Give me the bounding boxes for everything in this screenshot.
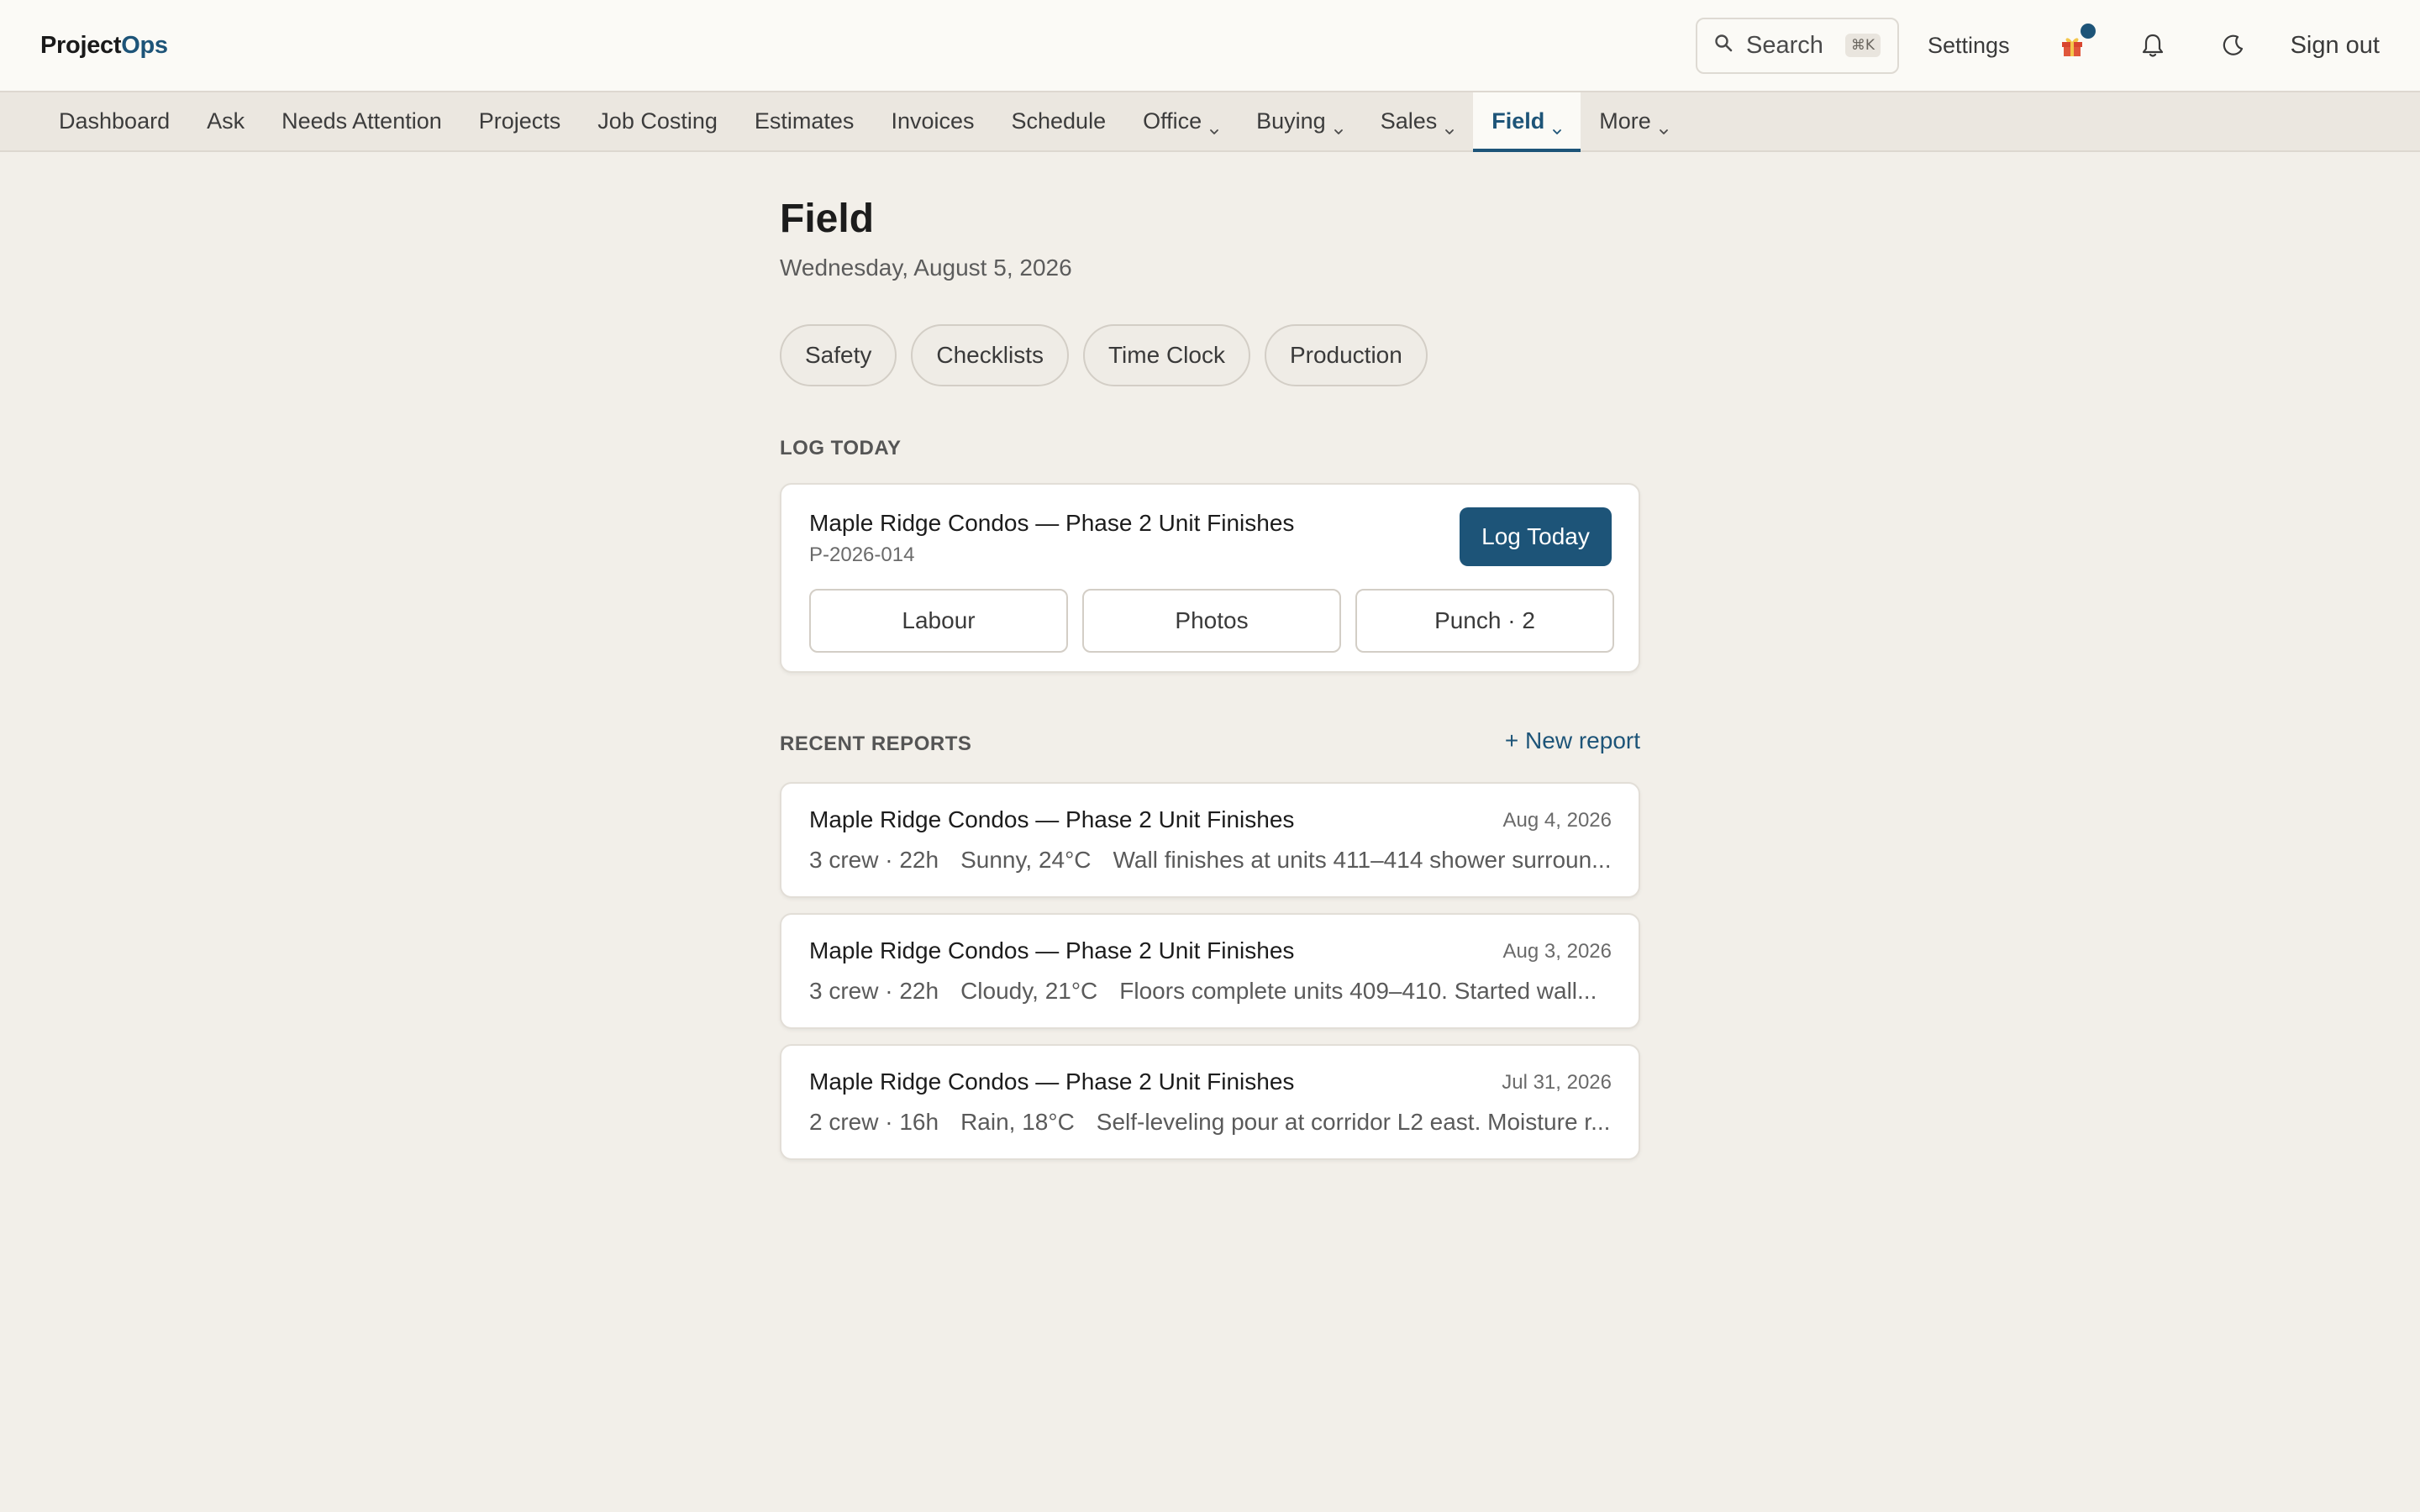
report-project: Maple Ridge Condos — Phase 2 Unit Finish… [809,1068,1295,1095]
page-date: Wednesday, August 5, 2026 [780,255,1072,281]
nav-item-label: Projects [478,108,561,134]
nav-item-label: Buying [1256,108,1326,134]
nav-item-estimates[interactable]: Estimates [736,92,873,150]
report-project: Maple Ridge Condos — Phase 2 Unit Finish… [809,806,1295,832]
field-section-chips: Safety Checklists Time Clock Production [780,324,1442,386]
search-button[interactable]: Search ⌘K [1696,17,1900,74]
report-weather: Cloudy, 21°C [960,978,1098,1004]
report-date: Jul 31, 2026 [1502,1071,1612,1094]
nav-item-label: Sales [1380,108,1438,134]
report-card[interactable]: Maple Ridge Condos — Phase 2 Unit Finish… [780,1044,1640,1160]
bell-icon[interactable] [2133,25,2173,66]
nav-item-buying[interactable]: Buying [1238,92,1362,150]
nav-item-more[interactable]: More [1581,92,1687,150]
chip-safety[interactable]: Safety [780,324,897,386]
nav-item-dashboard[interactable]: Dashboard [40,92,188,150]
chevron-down-icon [1659,117,1669,134]
page-title: Field [780,197,875,241]
report-meta: 2 crew · 16h Rain, 18°C Self-leveling po… [809,1109,1612,1136]
log-today-button[interactable]: Log Today [1460,507,1612,566]
nav-item-label: More [1599,108,1651,134]
top-actions: Search ⌘K Settings Sign out [1696,17,2380,74]
report-date: Aug 3, 2026 [1502,940,1612,963]
nav-item-projects[interactable]: Projects [460,92,580,150]
report-note: Floors complete units 409–410. Started w… [1119,978,1597,1004]
main-nav: Dashboard Ask Needs Attention Projects Job C… [0,91,2420,152]
moon-icon[interactable] [2213,25,2254,66]
brand-accent: Ops [121,31,168,59]
photos-button[interactable]: Photos [1082,589,1341,653]
chevron-down-icon [1552,117,1562,134]
nav-item-office[interactable]: Office [1124,92,1238,150]
nav-item-label: Dashboard [59,108,171,134]
chip-production[interactable]: Production [1264,324,1428,386]
report-crew: 2 crew · 16h [809,1109,939,1135]
chevron-down-icon [1444,117,1455,134]
nav-item-label: Schedule [1011,108,1107,134]
report-project: Maple Ridge Condos — Phase 2 Unit Finish… [809,937,1295,963]
log-project-name: Maple Ridge Condos — Phase 2 Unit Finish… [809,510,1295,536]
chip-checklists[interactable]: Checklists [911,324,1069,386]
report-meta: 3 crew · 22h Sunny, 24°C Wall finishes a… [809,847,1612,874]
search-icon [1714,34,1733,58]
search-shortcut-badge: ⌘K [1844,34,1881,57]
notification-dot [2080,24,2096,39]
nav-item-label: Field [1491,108,1545,134]
brand-logo[interactable]: ProjectOps [40,32,168,60]
sign-out-link[interactable]: Sign out [2291,32,2380,60]
search-label: Search [1746,31,1823,59]
report-note: Wall finishes at units 411–414 shower su… [1113,847,1612,873]
nav-item-label: Invoices [891,108,975,134]
punch-button[interactable]: Punch · 2 [1355,589,1614,653]
gift-icon[interactable] [2052,24,2096,66]
report-note: Self-leveling pour at corridor L2 east. … [1096,1109,1611,1135]
nav-item-invoices[interactable]: Invoices [872,92,992,150]
log-today-heading: LOG TODAY [780,437,902,459]
new-report-link[interactable]: + New report [1505,727,1640,754]
report-weather: Sunny, 24°C [960,847,1092,873]
report-crew: 3 crew · 22h [809,978,939,1004]
report-card[interactable]: Maple Ridge Condos — Phase 2 Unit Finish… [780,782,1640,898]
report-card[interactable]: Maple Ridge Condos — Phase 2 Unit Finish… [780,913,1640,1029]
nav-item-label: Job Costing [597,108,718,134]
chip-time-clock[interactable]: Time Clock [1082,324,1250,386]
report-date: Aug 4, 2026 [1502,809,1612,832]
log-actions: Labour Photos Punch · 2 [809,589,1614,653]
brand-prefix: Project [40,31,122,59]
settings-link[interactable]: Settings [1928,33,2010,59]
nav-item-label: Ask [207,108,245,134]
nav-item-sales[interactable]: Sales [1362,92,1474,150]
nav-item-ask[interactable]: Ask [188,92,263,150]
log-today-card: Maple Ridge Condos — Phase 2 Unit Finish… [780,483,1640,673]
chevron-down-icon [1209,117,1219,134]
report-crew: 3 crew · 22h [809,847,939,873]
nav-item-label: Office [1143,108,1202,134]
report-meta: 3 crew · 22h Cloudy, 21°C Floors complet… [809,978,1612,1005]
nav-item-needs-attention[interactable]: Needs Attention [263,92,460,150]
chevron-down-icon [1334,117,1344,134]
nav-item-label: Needs Attention [281,108,442,134]
nav-item-field[interactable]: Field [1473,92,1581,152]
recent-reports-heading: RECENT REPORTS [780,732,972,755]
nav-item-schedule[interactable]: Schedule [993,92,1125,150]
nav-item-job-costing[interactable]: Job Costing [579,92,736,150]
nav-item-label: Estimates [754,108,855,134]
top-header: ProjectOps Search ⌘K Settings Sign out [0,0,2420,91]
report-weather: Rain, 18°C [960,1109,1075,1135]
labour-button[interactable]: Labour [809,589,1068,653]
log-project-code: P-2026-014 [809,543,915,566]
